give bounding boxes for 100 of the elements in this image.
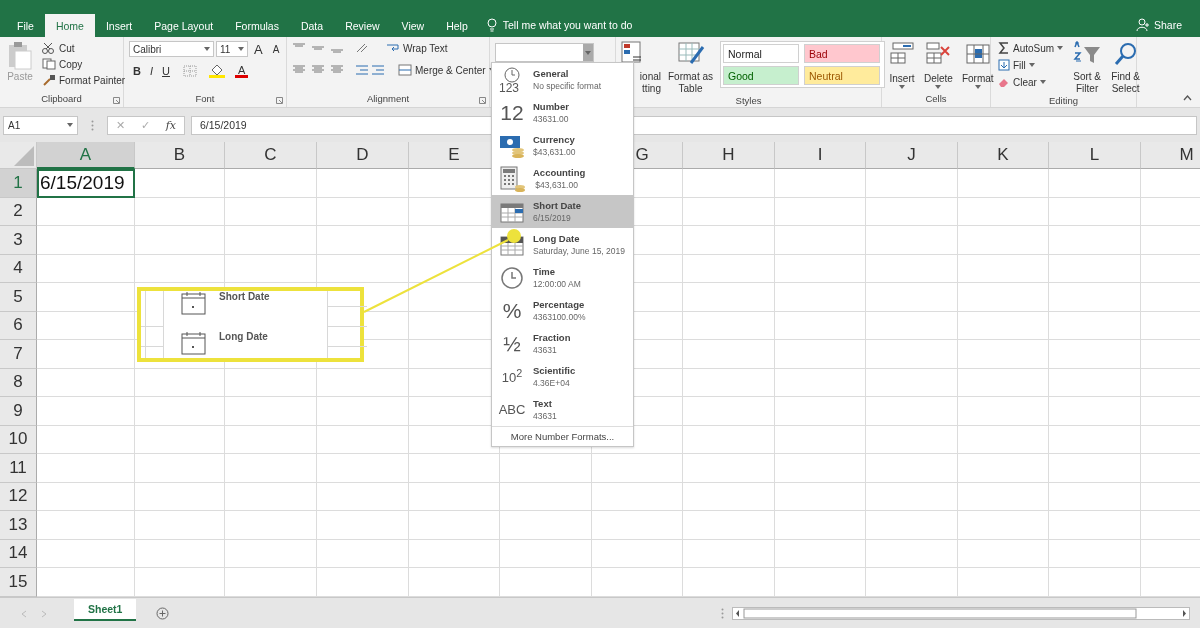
share-button[interactable]: Share <box>1129 12 1188 37</box>
format-option[interactable]: ½ Fraction 43631 <box>492 327 633 360</box>
table-cell[interactable] <box>225 397 317 426</box>
table-cell[interactable] <box>1049 197 1141 226</box>
table-cell[interactable] <box>958 539 1049 568</box>
table-cell[interactable] <box>866 425 958 454</box>
format-as-table-button[interactable]: Format as Table <box>666 41 715 95</box>
table-cell[interactable] <box>500 511 592 540</box>
table-cell[interactable] <box>958 368 1049 397</box>
table-cell[interactable] <box>37 568 135 597</box>
format-cells-button[interactable]: Format <box>959 41 996 93</box>
table-cell[interactable] <box>1049 368 1141 397</box>
table-cell[interactable] <box>409 454 500 483</box>
ribbon-tab[interactable]: Insert <box>94 14 144 37</box>
cut-button[interactable]: Cut <box>40 41 128 55</box>
table-cell[interactable] <box>1049 425 1141 454</box>
table-cell[interactable] <box>775 397 866 426</box>
table-cell[interactable] <box>37 397 135 426</box>
table-cell[interactable] <box>317 482 409 511</box>
table-cell[interactable] <box>1049 283 1141 312</box>
sort-filter-button[interactable]: Sort & Filter <box>1070 41 1105 95</box>
table-cell[interactable] <box>135 568 225 597</box>
table-cell[interactable] <box>958 425 1049 454</box>
table-cell[interactable] <box>866 283 958 312</box>
table-cell[interactable] <box>683 311 775 340</box>
sheet-tab[interactable]: Sheet1 <box>74 598 137 621</box>
table-cell[interactable] <box>135 454 225 483</box>
number-format-field[interactable] <box>495 43 594 62</box>
table-cell[interactable] <box>317 454 409 483</box>
table-cell[interactable] <box>775 482 866 511</box>
table-cell[interactable] <box>958 568 1049 597</box>
column-header[interactable]: M <box>1141 142 1200 169</box>
table-cell[interactable] <box>317 368 409 397</box>
table-cell[interactable] <box>866 311 958 340</box>
table-cell[interactable] <box>592 482 683 511</box>
table-cell[interactable] <box>225 368 317 397</box>
increase-font-button[interactable]: A <box>250 41 267 57</box>
table-cell[interactable] <box>37 311 135 340</box>
font-color-button[interactable]: A <box>234 64 249 78</box>
underline-button[interactable]: U <box>158 65 174 77</box>
table-cell[interactable] <box>1049 511 1141 540</box>
table-cell[interactable] <box>37 226 135 255</box>
table-cell[interactable] <box>683 368 775 397</box>
table-cell[interactable] <box>958 482 1049 511</box>
table-cell[interactable] <box>500 568 592 597</box>
table-cell[interactable] <box>37 254 135 283</box>
table-cell[interactable] <box>225 226 317 255</box>
indent-icon[interactable] <box>355 64 385 76</box>
row-header[interactable]: 15 <box>0 568 37 597</box>
table-cell[interactable] <box>683 511 775 540</box>
font-size-field[interactable]: 11 <box>216 41 248 57</box>
more-formats-link[interactable]: More Number Formats... <box>492 426 633 446</box>
table-cell[interactable] <box>592 539 683 568</box>
table-cell[interactable] <box>225 482 317 511</box>
row-header[interactable]: 7 <box>0 340 37 369</box>
cell-style[interactable]: Normal <box>723 44 799 63</box>
table-cell[interactable] <box>37 539 135 568</box>
table-cell[interactable] <box>775 197 866 226</box>
row-header[interactable]: 11 <box>0 454 37 483</box>
table-cell[interactable] <box>135 254 225 283</box>
table-cell[interactable] <box>317 511 409 540</box>
table-cell[interactable] <box>683 482 775 511</box>
ribbon-tab[interactable]: View <box>390 14 436 37</box>
column-header[interactable]: K <box>958 142 1049 169</box>
table-cell[interactable] <box>1049 169 1141 198</box>
table-cell[interactable] <box>1049 539 1141 568</box>
table-cell[interactable] <box>135 197 225 226</box>
table-cell[interactable] <box>1049 397 1141 426</box>
table-cell[interactable] <box>683 254 775 283</box>
row-header[interactable]: 9 <box>0 397 37 426</box>
table-cell[interactable] <box>135 397 225 426</box>
table-cell[interactable] <box>866 397 958 426</box>
table-cell[interactable] <box>37 454 135 483</box>
dialog-launcher-icon[interactable] <box>479 97 486 104</box>
collapse-ribbon-icon[interactable] <box>1183 95 1192 101</box>
name-box[interactable]: A1 <box>3 115 78 135</box>
table-cell[interactable] <box>866 254 958 283</box>
table-cell[interactable] <box>1049 482 1141 511</box>
table-cell[interactable] <box>409 511 500 540</box>
align-right-icon[interactable] <box>330 64 344 76</box>
table-cell[interactable] <box>1049 226 1141 255</box>
table-cell[interactable] <box>37 283 135 312</box>
table-cell[interactable] <box>775 169 866 198</box>
fill-button[interactable]: Fill <box>996 58 1066 72</box>
table-cell[interactable] <box>225 197 317 226</box>
align-center-icon[interactable] <box>311 64 325 76</box>
table-cell[interactable] <box>317 169 409 198</box>
table-cell[interactable] <box>135 368 225 397</box>
table-cell[interactable] <box>866 368 958 397</box>
table-cell[interactable] <box>317 397 409 426</box>
table-cell[interactable] <box>866 169 958 198</box>
row-header[interactable]: 4 <box>0 254 37 283</box>
table-cell[interactable] <box>37 511 135 540</box>
fill-color-icon[interactable] <box>207 64 226 78</box>
table-cell[interactable] <box>225 539 317 568</box>
table-cell[interactable] <box>683 425 775 454</box>
cell-style[interactable]: Neutral <box>804 66 880 85</box>
table-cell[interactable] <box>135 169 225 198</box>
table-cell[interactable] <box>225 169 317 198</box>
table-cell[interactable] <box>775 368 866 397</box>
